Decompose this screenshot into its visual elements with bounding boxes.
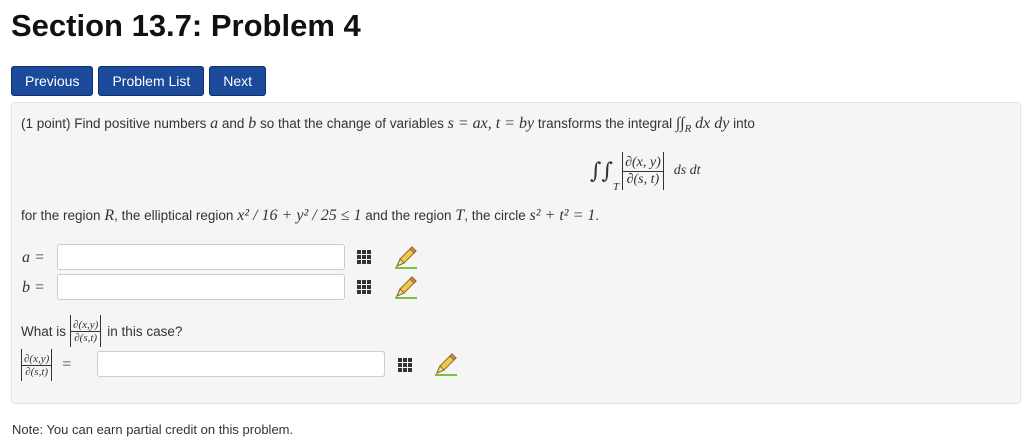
problem-nav: Previous Problem List Next	[11, 66, 267, 96]
matrix-grid-icon[interactable]	[357, 250, 371, 264]
substitution: s = ax, t = by	[447, 115, 535, 132]
integral-R: ∫∫R	[675, 115, 692, 136]
elliptical-text: , the elliptical region	[114, 208, 234, 223]
dx-dy: dx dy	[695, 115, 730, 132]
b-input[interactable]	[57, 274, 345, 300]
pencil-icon[interactable]	[433, 351, 459, 377]
region-T: T	[455, 207, 465, 224]
next-button[interactable]: Next	[209, 66, 267, 96]
matrix-grid-icon[interactable]	[398, 358, 412, 372]
so-that-text: so that the change of variables	[259, 116, 444, 131]
ellipse-equation: x² / 16 + y² / 25 ≤ 1	[237, 207, 362, 224]
a-input[interactable]	[57, 244, 345, 270]
small-jacobian-den: ∂(s,t)	[25, 365, 49, 378]
transforms-text: transforms the integral	[537, 116, 673, 131]
small-jacobian-num: ∂(x,y)	[22, 352, 52, 366]
integral-sign: ∫∫	[675, 115, 685, 132]
matrix-grid-icon[interactable]	[357, 280, 371, 294]
a-label: a =	[22, 249, 45, 266]
points-label: (1 point)	[21, 116, 71, 131]
small-jacobian: ∂(x,y) ∂(s,t)	[71, 318, 101, 344]
jacobian-label: ∂(x,y) ∂(s,t) =	[21, 347, 71, 383]
b-label: b =	[22, 279, 45, 296]
circle-equation: s² + t² = 1	[529, 207, 596, 224]
into-text: into	[733, 116, 755, 131]
pencil-icon[interactable]	[393, 274, 419, 300]
display-integral: ∫∫ T ∂(x, y) ∂(s, t) ds dt	[590, 149, 701, 193]
var-b: b	[248, 115, 257, 132]
in-this-case-text: in this case?	[107, 323, 183, 339]
region-T-sub: T	[612, 181, 620, 193]
jacobian-input[interactable]	[97, 351, 385, 377]
previous-button[interactable]: Previous	[11, 66, 94, 96]
problem-statement-line-1: (1 point) Find positive numbers a and b …	[21, 115, 755, 135]
period: .	[595, 208, 600, 223]
circle-text: , the circle	[464, 208, 526, 223]
for-region-text: for the region	[21, 208, 101, 223]
problem-list-button[interactable]: Problem List	[98, 66, 205, 96]
region-R-sub: R	[684, 123, 692, 136]
small-jacobian-den: ∂(s,t)	[74, 331, 98, 344]
abs-bar-right	[662, 152, 664, 190]
jacobian-denominator: ∂(s, t)	[626, 171, 660, 187]
double-integral-sign: ∫∫	[590, 158, 613, 184]
ds-dt: ds dt	[673, 163, 701, 178]
abs-bar-right	[100, 315, 102, 347]
abs-bar-right	[51, 349, 53, 381]
small-jacobian: ∂(x,y) ∂(s,t)	[22, 352, 52, 378]
problem-panel: (1 point) Find positive numbers a and b …	[11, 102, 1021, 404]
small-jacobian-num: ∂(x,y)	[71, 318, 101, 332]
what-is-text: What is	[21, 323, 67, 339]
jacobian-numerator: ∂(x, y)	[623, 154, 663, 172]
page-title: Section 13.7: Problem 4	[11, 8, 361, 43]
region-R: R	[104, 207, 115, 224]
footer-note: Note: You can earn partial credit on thi…	[12, 422, 294, 437]
problem-statement-line-3: for the region R, the elliptical region …	[21, 207, 599, 225]
and-text: and	[221, 116, 245, 131]
intro-text: Find positive numbers	[74, 116, 207, 131]
equals-sign: =	[62, 356, 72, 373]
pencil-icon[interactable]	[393, 244, 419, 270]
and-region-text: and the region	[365, 208, 452, 223]
what-is-question: What is ∂(x,y) ∂(s,t) in this case?	[21, 313, 182, 349]
jacobian-fraction: ∂(x, y) ∂(s, t)	[623, 155, 663, 188]
var-a: a	[210, 115, 219, 132]
